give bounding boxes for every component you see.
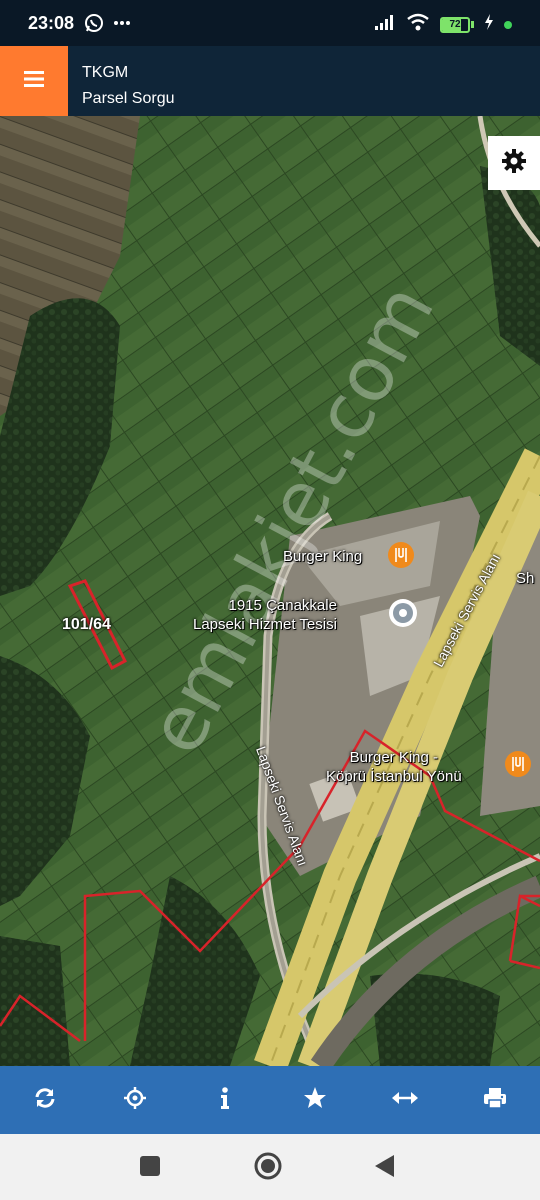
status-time: 23:08 bbox=[28, 13, 75, 33]
menu-button[interactable] bbox=[0, 46, 68, 116]
recents-square-icon[interactable] bbox=[139, 1155, 161, 1182]
print-button[interactable] bbox=[450, 1066, 540, 1134]
app-header: TKGM Parsel Sorgu bbox=[0, 46, 540, 116]
parcel-number-label[interactable]: 101/64 bbox=[62, 616, 111, 634]
locate-button[interactable] bbox=[90, 1066, 180, 1134]
info-icon bbox=[219, 1086, 231, 1115]
app-subtitle: Parsel Sorgu bbox=[82, 90, 175, 107]
horizontal-arrows-icon bbox=[392, 1090, 418, 1111]
favorite-button[interactable] bbox=[270, 1066, 360, 1134]
wifi-icon bbox=[406, 13, 430, 36]
print-icon bbox=[483, 1086, 507, 1115]
signal-icon bbox=[374, 13, 396, 36]
more-icon bbox=[112, 13, 132, 38]
refresh-icon bbox=[33, 1086, 57, 1115]
partial-poi-label[interactable]: Sh bbox=[516, 570, 534, 587]
star-icon bbox=[303, 1086, 327, 1115]
poi-burger-king[interactable]: Burger King bbox=[283, 548, 362, 565]
crosshair-icon bbox=[123, 1086, 147, 1115]
whatsapp-icon bbox=[84, 13, 104, 38]
home-circle-icon[interactable] bbox=[254, 1152, 282, 1185]
place-pin-icon bbox=[389, 599, 417, 627]
refresh-button[interactable] bbox=[0, 1066, 90, 1134]
battery-text: 72 bbox=[449, 18, 461, 30]
gear-icon bbox=[501, 148, 527, 179]
hamburger-menu-icon bbox=[23, 70, 45, 93]
back-triangle-icon[interactable] bbox=[374, 1154, 396, 1183]
system-nav-bar bbox=[0, 1134, 540, 1200]
settings-button[interactable] bbox=[488, 136, 540, 190]
poi-burger-king-bridge[interactable]: Burger King - Köprü İstanbul Yönü bbox=[326, 748, 462, 786]
bottom-toolbar bbox=[0, 1066, 540, 1134]
satellite-map[interactable]: emlakjet.com 101/64 Burger King 1915 Çan… bbox=[0, 116, 540, 1066]
info-button[interactable] bbox=[180, 1066, 270, 1134]
restaurant-icon bbox=[505, 751, 531, 777]
charging-icon bbox=[484, 14, 494, 35]
poi-service-facility[interactable]: 1915 Çanakkale Lapseki Hizmet Tesisi bbox=[193, 596, 337, 634]
status-dot-icon bbox=[504, 20, 512, 29]
status-bar: 23:08 72 bbox=[0, 0, 540, 46]
app-title: TKGM bbox=[82, 64, 129, 81]
battery-icon: 72 bbox=[440, 16, 474, 33]
measure-button[interactable] bbox=[360, 1066, 450, 1134]
restaurant-icon bbox=[388, 542, 414, 568]
